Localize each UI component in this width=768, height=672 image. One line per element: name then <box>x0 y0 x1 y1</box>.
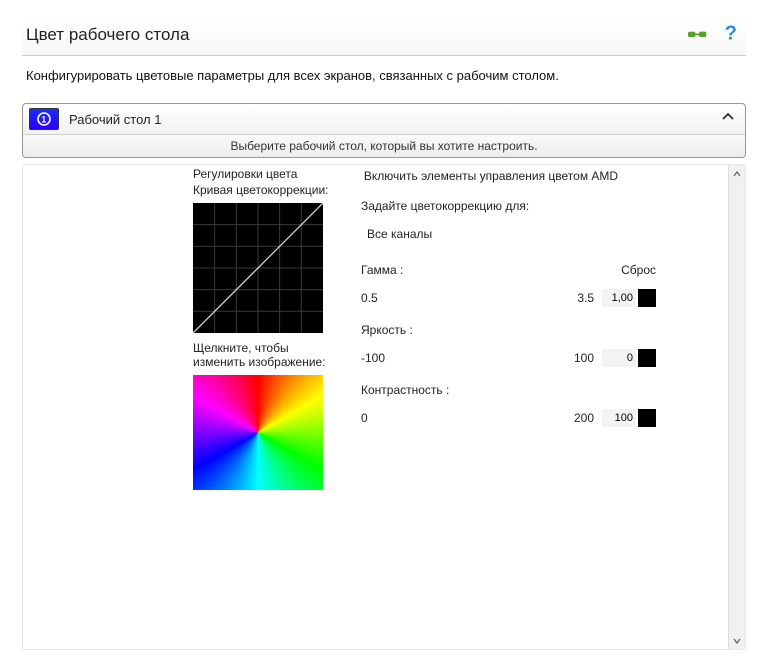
content-panel: Регулировки цвета Кривая цветокоррекции: <box>22 164 746 650</box>
channel-selector[interactable]: Все каналы <box>367 227 720 241</box>
contrast-swatch[interactable] <box>638 409 656 427</box>
plug-icon[interactable] <box>688 28 710 42</box>
gamma-swatch[interactable] <box>638 289 656 307</box>
contrast-row: Контрастность : 0 200 <box>361 383 720 427</box>
preview-label: Щелкните, чтобы изменить изображение: <box>193 341 343 369</box>
color-preview-image[interactable] <box>193 375 323 490</box>
curve-label: Кривая цветокоррекции: <box>193 183 343 197</box>
chevron-up-icon <box>721 110 735 129</box>
monitor-badge-icon: 1 <box>29 108 59 130</box>
gamma-label: Гамма : <box>361 263 403 277</box>
gamma-row: Гамма : Сброс 0.5 3.5 <box>361 263 720 307</box>
brightness-label: Яркость : <box>361 323 413 337</box>
brightness-swatch[interactable] <box>638 349 656 367</box>
title-bar: Цвет рабочего стола ? <box>22 20 746 56</box>
scroll-down-arrow-icon[interactable] <box>730 632 745 649</box>
gamma-max: 3.5 <box>562 291 594 305</box>
page-description: Конфигурировать цветовые параметры для в… <box>22 68 746 83</box>
settings-window: Цвет рабочего стола ? Конфигурировать цв… <box>0 0 768 672</box>
brightness-max: 100 <box>562 351 594 365</box>
gamma-curve-canvas[interactable] <box>193 203 323 333</box>
brightness-min: -100 <box>361 351 395 365</box>
desktop-selector-header[interactable]: 1 Рабочий стол 1 <box>23 104 745 134</box>
svg-text:?: ? <box>725 22 737 43</box>
brightness-value-input[interactable] <box>602 349 636 367</box>
help-icon[interactable]: ? <box>720 21 742 48</box>
desktop-selector-caption: Выберите рабочий стол, который вы хотите… <box>23 134 745 157</box>
contrast-label: Контрастность : <box>361 383 449 397</box>
desktop-selector-title: Рабочий стол 1 <box>69 112 161 127</box>
right-column: Включить элементы управления цветом AMD … <box>361 167 720 641</box>
left-column: Регулировки цвета Кривая цветокоррекции: <box>193 167 343 641</box>
window-title: Цвет рабочего стола <box>22 25 189 45</box>
vertical-scrollbar[interactable] <box>728 165 745 649</box>
svg-text:1: 1 <box>41 115 46 125</box>
contrast-value-input[interactable] <box>602 409 636 427</box>
gamma-min: 0.5 <box>361 291 395 305</box>
gamma-value-input[interactable] <box>602 289 636 307</box>
reset-label[interactable]: Сброс <box>621 263 656 277</box>
adjustments-title: Регулировки цвета <box>193 167 343 181</box>
set-correction-for-label: Задайте цветокоррекцию для: <box>361 199 720 213</box>
desktop-selector: 1 Рабочий стол 1 Выберите рабочий стол, … <box>22 103 746 158</box>
brightness-row: Яркость : -100 100 <box>361 323 720 367</box>
contrast-max: 200 <box>562 411 594 425</box>
scroll-up-arrow-icon[interactable] <box>730 165 745 182</box>
contrast-min: 0 <box>361 411 395 425</box>
amd-controls-title: Включить элементы управления цветом AMD <box>361 169 621 183</box>
